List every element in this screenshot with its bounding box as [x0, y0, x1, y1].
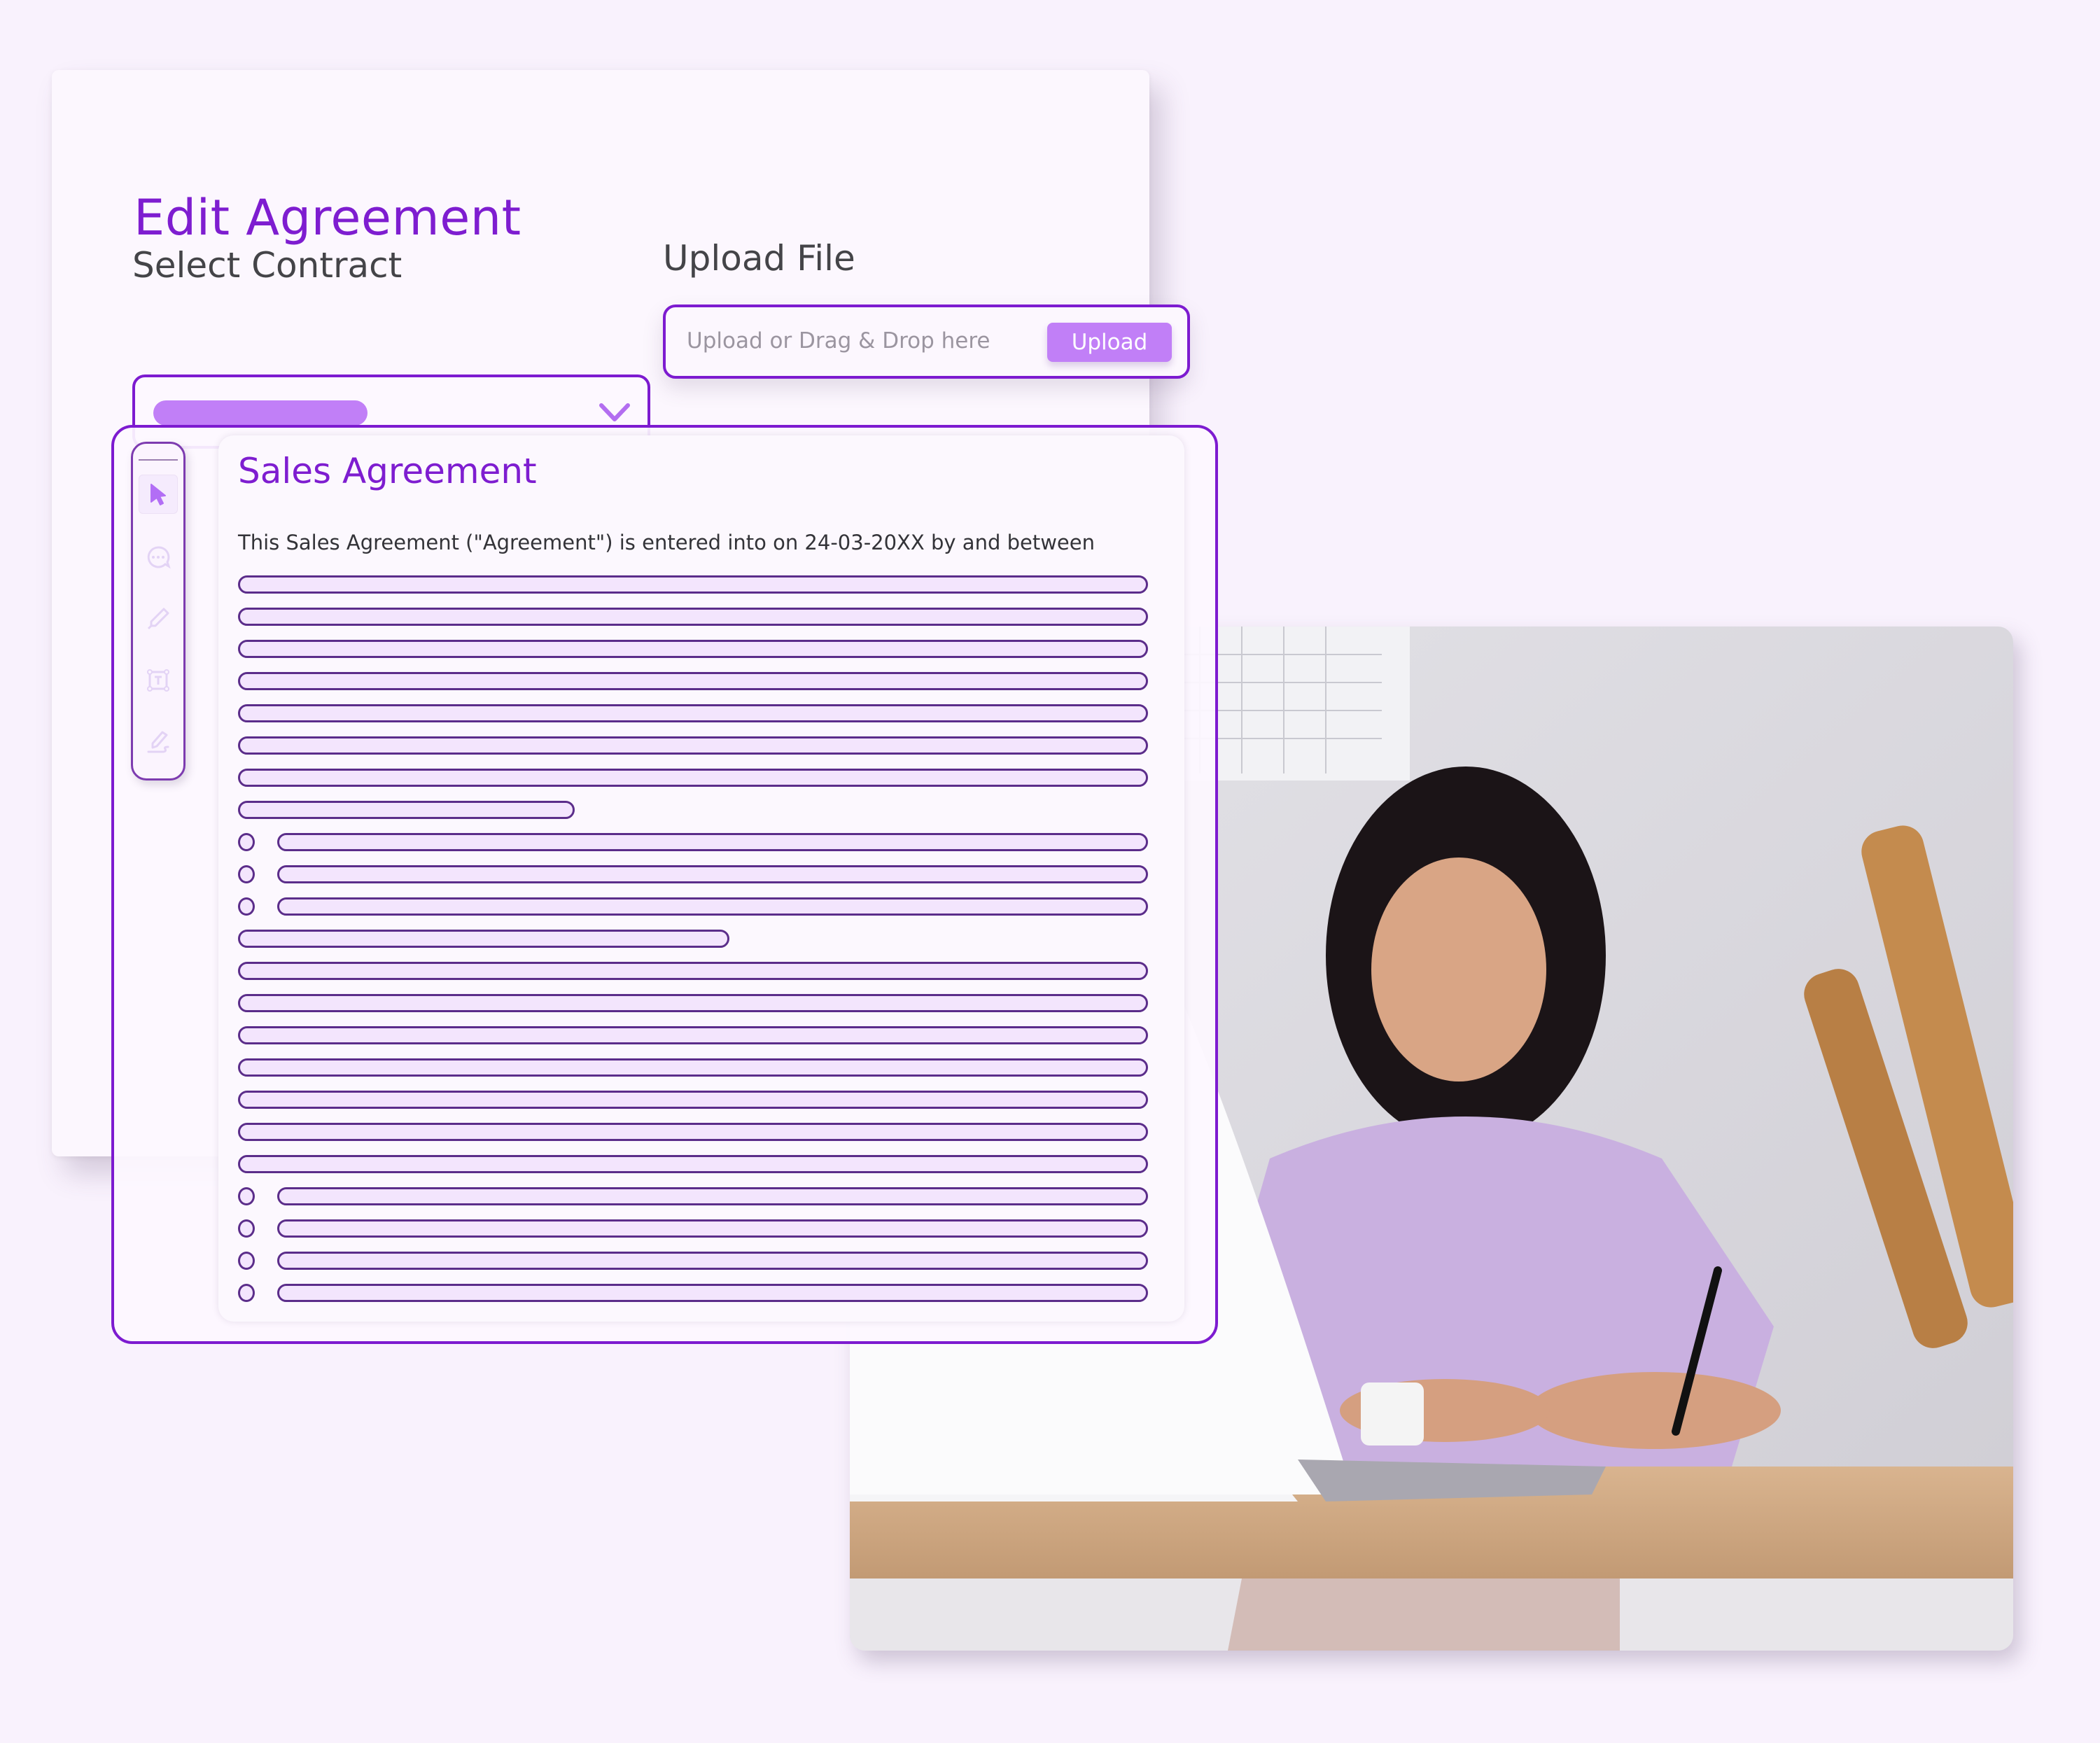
select-contract-label: Select Contract [132, 245, 402, 286]
signature-pen-icon [147, 731, 169, 753]
list-item-line [277, 1284, 1148, 1302]
text-line [238, 575, 1148, 594]
text-line [238, 769, 1148, 787]
list-bullet [238, 865, 255, 883]
upload-button[interactable]: Upload [1047, 323, 1172, 362]
list-bullet [238, 897, 255, 916]
chevron-down-icon [599, 403, 630, 421]
text-line [238, 994, 1148, 1012]
tool-signature[interactable] [139, 722, 178, 762]
upload-file-label: Upload File [663, 238, 855, 279]
text-line [238, 608, 1148, 626]
list-item-line [277, 865, 1148, 883]
list-bullet [238, 1219, 255, 1238]
list-item-line [277, 1219, 1148, 1238]
text-line [238, 640, 1148, 658]
document-title: Sales Agreement [238, 451, 537, 491]
text-line [238, 1058, 1148, 1077]
paragraph-end-line [238, 930, 729, 948]
tool-highlight[interactable] [139, 599, 178, 638]
text-line [238, 672, 1148, 690]
list-bullet [238, 833, 255, 851]
list-bullet [238, 1187, 255, 1205]
text-line [238, 1123, 1148, 1141]
highlighter-pen-icon [147, 608, 169, 630]
upload-dropzone[interactable]: Upload or Drag & Drop here Upload [663, 304, 1190, 379]
document-preview: Sales Agreement This Sales Agreement ("A… [218, 435, 1184, 1322]
document-editor-card: Sales Agreement This Sales Agreement ("A… [111, 425, 1218, 1344]
chat-bubble-icon [147, 546, 171, 569]
selected-contract-value [153, 400, 368, 426]
tool-select[interactable] [139, 475, 178, 514]
cursor-arrow-icon [150, 484, 166, 505]
list-item-line [277, 833, 1148, 851]
list-bullet [238, 1284, 255, 1302]
text-line [238, 1155, 1148, 1173]
text-box-icon [147, 669, 169, 692]
list-item-line [277, 1252, 1148, 1270]
text-line [238, 1091, 1148, 1109]
paragraph-end-line [238, 801, 575, 819]
text-line [238, 962, 1148, 980]
document-intro-text: This Sales Agreement ("Agreement") is en… [238, 531, 1095, 554]
annotation-toolbar [131, 442, 186, 780]
tool-text-box[interactable] [139, 661, 178, 700]
text-line [238, 704, 1148, 722]
tool-comment[interactable] [139, 538, 178, 577]
page-title: Edit Agreement [134, 189, 522, 246]
list-item-line [277, 897, 1148, 916]
toolbar-drag-handle[interactable] [139, 459, 178, 461]
upload-placeholder: Upload or Drag & Drop here [687, 328, 990, 354]
list-bullet [238, 1252, 255, 1270]
list-item-line [277, 1187, 1148, 1205]
text-line [238, 1026, 1148, 1044]
text-line [238, 736, 1148, 755]
